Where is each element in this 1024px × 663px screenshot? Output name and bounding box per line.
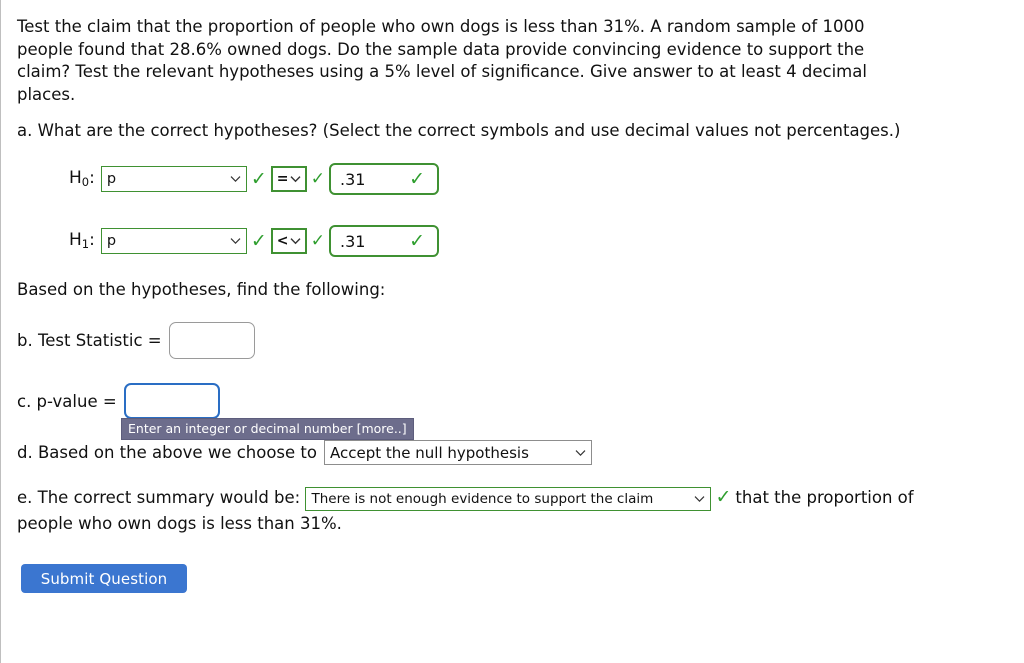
alt-operator-valid-check-icon: ✓ xyxy=(310,230,326,251)
summary-valid-check-icon: ✓ xyxy=(715,486,732,508)
part-e-row: e. The correct summary would be: There i… xyxy=(17,485,917,536)
p-value-label: c. p-value = xyxy=(17,391,117,411)
decision-select-wrap: Accept the null hypothesis xyxy=(324,440,592,465)
p-value-input[interactable] xyxy=(123,383,220,419)
null-value-valid-check-icon: ✓ xyxy=(409,167,426,190)
question-page: Test the claim that the proportion of pe… xyxy=(0,0,1024,663)
summary-select-wrap: There is not enough evidence to support … xyxy=(305,486,712,511)
summary-select[interactable]: There is not enough evidence to support … xyxy=(305,486,712,511)
p-value-hint-tooltip: Enter an integer or decimal number [more… xyxy=(121,418,414,440)
summary-label: e. The correct summary would be: xyxy=(17,488,301,507)
part-c-row: c. p-value = xyxy=(17,383,220,419)
alt-parameter-select[interactable]: p xyxy=(100,228,247,254)
null-value-input[interactable]: .31 ✓ xyxy=(329,163,440,195)
null-operator-select[interactable]: = xyxy=(270,166,307,192)
null-operator-select-wrap: = xyxy=(270,166,307,192)
question-prompt: Test the claim that the proportion of pe… xyxy=(17,17,867,104)
null-parameter-select[interactable]: p xyxy=(100,166,247,192)
hypothesis-row-null: H0: p ✓ = ✓ .31 ✓ xyxy=(69,163,440,195)
null-parameter-valid-check-icon: ✓ xyxy=(250,167,267,190)
test-statistic-label: b. Test Statistic = xyxy=(17,331,162,350)
alt-value-valid-check-icon: ✓ xyxy=(409,229,426,252)
alt-parameter-valid-check-icon: ✓ xyxy=(250,229,267,252)
alt-operator-select-wrap: < xyxy=(270,228,307,254)
alt-operator-select[interactable]: < xyxy=(270,228,307,254)
test-statistic-input[interactable] xyxy=(168,322,255,359)
alt-value-text: .31 xyxy=(340,231,366,251)
hypothesis-label-null: H0: xyxy=(69,167,95,189)
null-parameter-select-wrap: p xyxy=(100,166,247,192)
decision-select[interactable]: Accept the null hypothesis xyxy=(324,440,592,465)
part-a-question: a. What are the correct hypotheses? (Sel… xyxy=(17,121,901,140)
null-operator-valid-check-icon: ✓ xyxy=(310,168,326,189)
part-d-row: d. Based on the above we choose to Accep… xyxy=(17,440,592,465)
part-b-row: b. Test Statistic = xyxy=(17,322,255,359)
alt-parameter-select-wrap: p xyxy=(100,228,247,254)
based-on-hypotheses-text: Based on the hypotheses, find the follow… xyxy=(17,280,386,299)
alt-value-input[interactable]: .31 ✓ xyxy=(329,225,440,257)
submit-question-button[interactable]: Submit Question xyxy=(21,564,187,593)
null-value-text: .31 xyxy=(340,169,366,189)
hypothesis-row-alternative: H1: p ✓ < ✓ .31 ✓ xyxy=(69,225,440,257)
hypothesis-label-alternative: H1: xyxy=(69,229,95,251)
decision-label: d. Based on the above we choose to xyxy=(17,443,317,462)
